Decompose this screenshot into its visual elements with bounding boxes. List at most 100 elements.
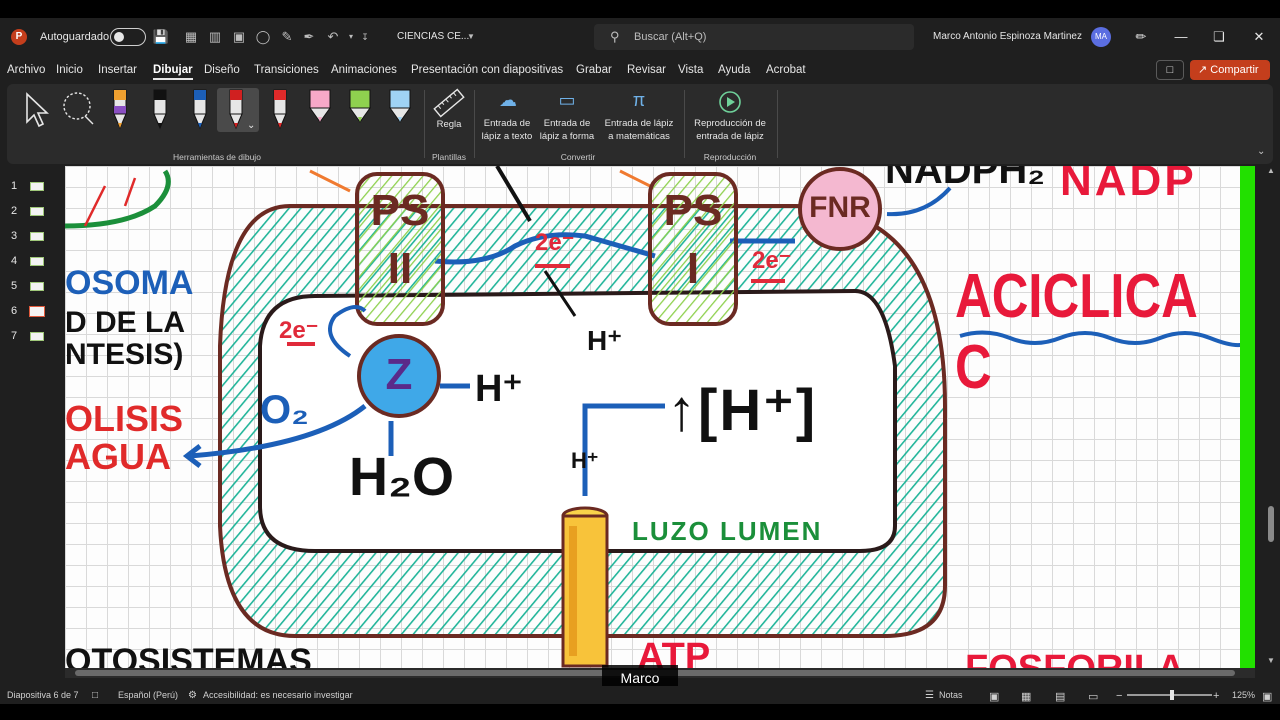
top-letterbox	[0, 0, 1280, 18]
ink-to-shape-icon: ▭	[558, 90, 576, 110]
proton-label: H⁺	[587, 325, 622, 356]
ink-to-math-line2: a matemáticas	[608, 131, 670, 142]
zoom-slider-knob[interactable]	[1170, 690, 1174, 700]
tab-revisar[interactable]: Revisar	[627, 64, 666, 76]
pen-red-2-icon	[273, 89, 287, 130]
select-tool[interactable]	[19, 88, 53, 132]
pen-options-chevron-icon[interactable]: ⌄	[247, 120, 255, 131]
format-shape-icon[interactable]: ✎	[278, 28, 296, 46]
slide-mini	[30, 182, 44, 191]
tab-ayuda[interactable]: Ayuda	[718, 64, 750, 76]
pen-black[interactable]	[143, 88, 177, 132]
text-box-icon[interactable]: ▣	[230, 28, 248, 46]
ink-replay-button[interactable]: Reproducción de entrada de lápiz	[687, 88, 773, 150]
select-objects-icon[interactable]: ▦	[182, 28, 200, 46]
slide-thumbnail[interactable]: 2	[0, 201, 60, 221]
nadph-label: NADPH₂	[885, 166, 1045, 192]
shapes-icon[interactable]: ◯	[254, 28, 272, 46]
highlighter-green[interactable]	[343, 88, 377, 132]
slide-mini	[30, 332, 44, 341]
tab-animaciones[interactable]: Animaciones	[331, 64, 397, 76]
autosave-label: Autoguardado	[40, 31, 110, 43]
restore-icon[interactable]: ❏	[1208, 26, 1230, 48]
highlighter-lightblue[interactable]	[383, 88, 417, 132]
slide-thumbnail[interactable]: 5	[0, 276, 60, 296]
slide-number: 2	[11, 205, 18, 217]
z-label: Z	[385, 350, 413, 399]
pen-blue[interactable]	[183, 88, 217, 132]
slide-sorter-icon[interactable]: ▦	[1021, 690, 1031, 703]
tab-vista[interactable]: Vista	[678, 64, 703, 76]
comments-button[interactable]: □	[1156, 60, 1184, 80]
zoom-out-icon[interactable]: −	[1116, 690, 1122, 702]
zoom-in-icon[interactable]: +	[1213, 690, 1219, 702]
document-title[interactable]: CIENCIAS CE...	[397, 31, 469, 42]
slide-mini	[29, 306, 45, 317]
notes-button[interactable]: Notas	[939, 690, 963, 700]
minimize-icon[interactable]: —	[1170, 26, 1192, 48]
pen-blue-icon	[193, 89, 207, 130]
tab-dibujar[interactable]: Dibujar	[153, 64, 193, 80]
language-indicator[interactable]: Español (Perú)	[118, 690, 178, 700]
slide-thumbnail-active[interactable]: 6	[0, 301, 60, 321]
pen-orange[interactable]	[103, 88, 137, 132]
tab-archivo[interactable]: Archivo	[7, 64, 45, 76]
slideshow-icon[interactable]: ▭	[1088, 690, 1098, 703]
tab-transiciones[interactable]: Transiciones	[254, 64, 319, 76]
ungroup-icon[interactable]: ▥	[206, 28, 224, 46]
tab-grabar[interactable]: Grabar	[576, 64, 612, 76]
slide-number: 1	[11, 180, 18, 192]
collapse-ribbon-icon[interactable]: ⌄	[1257, 146, 1265, 157]
tab-inicio[interactable]: Inicio	[56, 64, 83, 76]
close-icon[interactable]: ✕	[1248, 26, 1270, 48]
search-box[interactable]: ⚲ Buscar (Alt+Q)	[594, 24, 914, 50]
lasso-tool[interactable]	[59, 88, 94, 132]
customize-toolbar-icon[interactable]: ↧	[356, 28, 374, 46]
slide-thumbnail[interactable]: 1	[0, 176, 60, 196]
ribbon-separator	[474, 90, 475, 158]
ink-to-shape-button[interactable]: ▭ Entrada de lápiz a forma	[537, 88, 597, 150]
slide-thumbnail[interactable]: 7	[0, 326, 60, 346]
ribbon-separator	[684, 90, 685, 158]
spellcheck-icon[interactable]: □	[92, 690, 98, 701]
group-label-convert: Convertir	[560, 152, 596, 162]
autosave-toggle[interactable]	[110, 28, 146, 46]
tab-diseno[interactable]: Diseño	[204, 64, 240, 76]
slide-thumbnail[interactable]: 3	[0, 226, 60, 246]
slide-canvas[interactable]: PS II PS I FNR Z 2e⁻ 2e⁻ 2e⁻ H⁺ H⁺ H⁺ O₂…	[65, 166, 1255, 668]
scroll-down-icon[interactable]: ▼	[1267, 656, 1275, 665]
ink-to-text-button[interactable]: ☁ Entrada de lápiz a texto	[477, 88, 537, 150]
save-icon[interactable]: 💾	[152, 28, 170, 46]
vertical-scrollbar[interactable]: ▲ ▼	[1266, 166, 1276, 666]
avatar[interactable]: MA	[1091, 27, 1111, 47]
pen-icon[interactable]: ✒	[300, 28, 318, 46]
ruler-tool[interactable]: Regla	[430, 88, 468, 132]
user-name[interactable]: Marco Antonio Espinoza Martinez	[933, 31, 1082, 42]
slide-number: 3	[11, 230, 18, 242]
share-label: Compartir	[1210, 64, 1259, 76]
pen-red[interactable]: ⌄	[217, 88, 259, 132]
accessibility-icon[interactable]: ⚙	[188, 690, 197, 701]
scroll-up-icon[interactable]: ▲	[1267, 166, 1275, 175]
pen-settings-icon[interactable]: ✏	[1130, 26, 1152, 48]
notes-icon[interactable]: ☰	[925, 690, 934, 701]
highlighter-pink[interactable]	[303, 88, 337, 132]
zoom-level[interactable]: 125%	[1232, 690, 1255, 700]
slide-mini	[30, 282, 44, 291]
share-icon: ↗	[1198, 64, 1211, 76]
ps1-label-bottom: I	[686, 244, 700, 293]
pen-red-2[interactable]	[263, 88, 297, 132]
accessibility-status[interactable]: Accesibilidad: es necesario investigar	[203, 690, 353, 700]
fit-slide-icon[interactable]: ▣	[1262, 690, 1272, 703]
normal-view-icon[interactable]: ▣	[989, 690, 999, 703]
share-button[interactable]: ↗ Compartir	[1190, 60, 1270, 80]
slide-thumbnail[interactable]: 4	[0, 251, 60, 271]
tab-insertar[interactable]: Insertar	[98, 64, 137, 76]
vertical-scroll-thumb[interactable]	[1268, 506, 1274, 542]
ink-to-math-button[interactable]: π Entrada de lápiz a matemáticas	[599, 88, 679, 150]
reading-view-icon[interactable]: ▤	[1055, 690, 1065, 703]
title-dropdown-icon[interactable]: ▼	[462, 28, 480, 46]
tab-acrobat[interactable]: Acrobat	[766, 64, 806, 76]
tab-presentacion[interactable]: Presentación con diapositivas	[411, 64, 563, 76]
undo-icon[interactable]: ↶	[324, 28, 342, 46]
